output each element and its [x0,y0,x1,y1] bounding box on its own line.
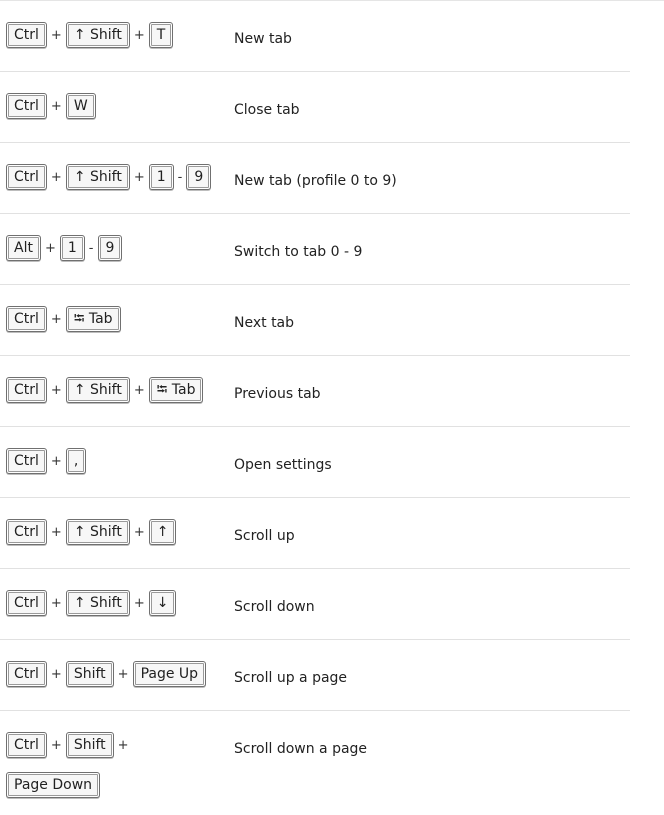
plus-separator: + [50,169,62,185]
action-label: Scroll up [234,528,295,544]
key-arrow-up: ↑ [148,519,177,545]
dash-separator: - [88,240,94,256]
key-ctrl: Ctrl [6,448,47,474]
plus-separator: + [50,27,62,43]
key-9: 9 [97,235,123,261]
shortcut-row-close-tab: Ctrl + W Close tab [0,72,630,143]
key-ctrl: Ctrl [6,377,47,403]
shortcut-row-scroll-down-page: Ctrl + Shift + Page Down Scroll down a p… [0,711,630,809]
key-w: W [65,93,96,119]
key-alt: Alt [6,235,41,261]
plus-separator: + [133,595,145,611]
key-ctrl: Ctrl [6,590,47,616]
key-combo: Alt + 1 - 9 [6,235,221,261]
plus-separator: + [50,666,62,682]
plus-separator: + [133,169,145,185]
key-page-up: Page Up [132,661,207,687]
plus-separator: + [50,453,62,469]
key-combo: Ctrl + Shift + Page Down [6,732,221,798]
key-9: 9 [186,164,212,190]
key-tab: ⭾ Tab [65,306,121,332]
key-shift: ↑ Shift [65,590,130,616]
key-shift: Shift [65,661,114,687]
key-1: 1 [59,235,85,261]
key-t: T [148,22,174,48]
key-ctrl: Ctrl [6,661,47,687]
plus-separator: + [50,98,62,114]
key-ctrl: Ctrl [6,732,47,758]
key-1: 1 [148,164,174,190]
plus-separator: + [133,27,145,43]
key-ctrl: Ctrl [6,306,47,332]
key-shift: ↑ Shift [65,377,130,403]
key-ctrl: Ctrl [6,164,47,190]
key-combo: Ctrl + ↑ Shift + 1 - 9 [6,164,221,190]
key-shift: ↑ Shift [65,22,130,48]
key-ctrl: Ctrl [6,93,47,119]
key-combo: Ctrl + ↑ Shift + ↓ [6,590,221,616]
action-label: Open settings [234,457,332,473]
key-combo: Ctrl + ↑ Shift + ⭾ Tab [6,377,221,403]
key-shift: ↑ Shift [65,519,130,545]
plus-separator: + [50,595,62,611]
shortcut-row-scroll-up-page: Ctrl + Shift + Page Up Scroll up a page [0,640,630,711]
key-tab: ⭾ Tab [148,377,204,403]
key-combo: Ctrl + ↑ Shift + T [6,22,221,48]
plus-separator: + [50,524,62,540]
shortcut-row-scroll-down: Ctrl + ↑ Shift + ↓ Scroll down [0,569,630,640]
key-ctrl: Ctrl [6,22,47,48]
key-page-down: Page Down [6,772,101,798]
key-combo: Ctrl + W [6,93,221,119]
shortcut-row-switch-tab: Alt + 1 - 9 Switch to tab 0 - 9 [0,214,630,285]
plus-separator: + [117,666,129,682]
plus-separator: + [133,382,145,398]
key-combo: Ctrl + ⭾ Tab [6,306,221,332]
key-shift: Shift [65,732,114,758]
action-label: New tab (profile 0 to 9) [234,173,397,189]
action-label: Scroll down [234,599,315,615]
shortcut-row-next-tab: Ctrl + ⭾ Tab Next tab [0,285,630,356]
key-combo: Ctrl + Shift + Page Up [6,661,221,687]
dash-separator: - [177,169,183,185]
shortcuts-table: Ctrl + ↑ Shift + T New tab Ctrl + W Clos… [0,1,630,809]
key-ctrl: Ctrl [6,519,47,545]
action-label: Previous tab [234,386,321,402]
shortcut-row-new-tab: Ctrl + ↑ Shift + T New tab [0,1,630,72]
plus-separator: + [133,524,145,540]
plus-separator: + [117,737,129,753]
plus-separator: + [50,382,62,398]
shortcut-row-new-tab-profile: Ctrl + ↑ Shift + 1 - 9 New tab (profile … [0,143,630,214]
action-label: Next tab [234,315,295,331]
plus-separator: + [44,240,56,256]
shortcut-row-open-settings: Ctrl + , Open settings [0,427,630,498]
key-combo: Ctrl + ↑ Shift + ↑ [6,519,221,545]
action-label: Close tab [234,102,300,118]
plus-separator: + [50,311,62,327]
shortcut-row-scroll-up: Ctrl + ↑ Shift + ↑ Scroll up [0,498,630,569]
key-comma: , [65,448,87,474]
action-label: Switch to tab 0 - 9 [234,244,363,260]
key-shift: ↑ Shift [65,164,130,190]
action-label: New tab [234,31,292,47]
plus-separator: + [50,737,62,753]
action-label: Scroll down a page [234,741,368,757]
shortcut-row-previous-tab: Ctrl + ↑ Shift + ⭾ Tab Previous tab [0,356,630,427]
action-label: Scroll up a page [234,670,348,686]
key-arrow-down: ↓ [148,590,177,616]
key-combo: Ctrl + , [6,448,221,474]
